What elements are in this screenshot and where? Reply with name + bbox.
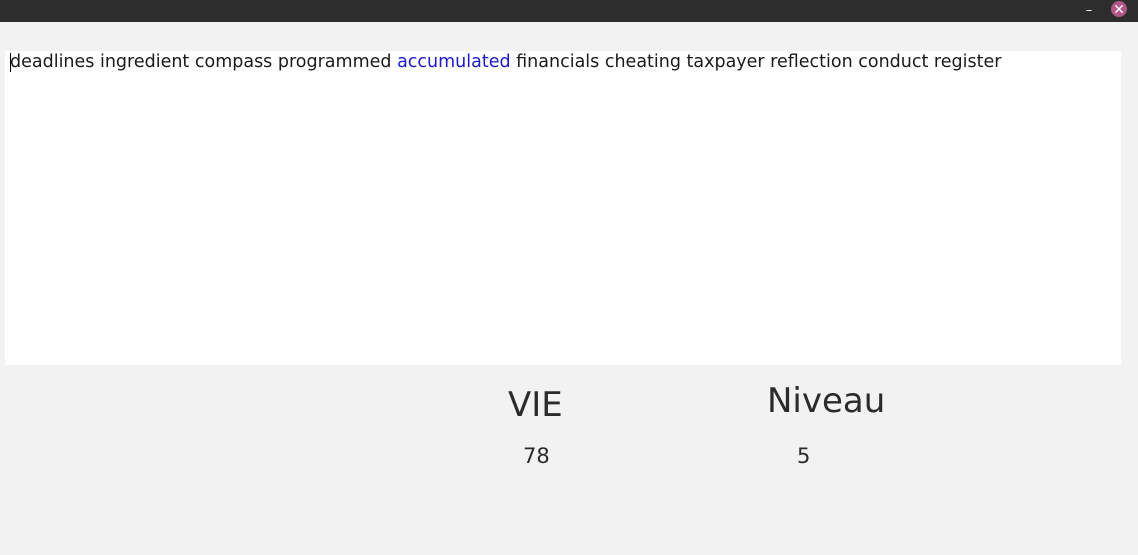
life-value: 78 [523,444,550,468]
close-button[interactable] [1110,0,1128,18]
level-value: 5 [797,444,811,468]
life-label: VIE [508,385,563,425]
level-label: Niveau [767,381,886,421]
typed-words-before: deadlines ingredient compass programmed [10,52,398,72]
upcoming-words: financials cheating taxpayer reflection … [510,52,1002,72]
current-word: accumulated [397,52,511,72]
title-bar: – [0,0,1138,22]
minimize-button[interactable]: – [1081,3,1097,19]
close-icon [1111,1,1127,17]
typing-text-area[interactable]: deadlines ingredient compass programmed … [5,51,1121,365]
typing-text: deadlines ingredient compass programmed … [10,51,1001,73]
